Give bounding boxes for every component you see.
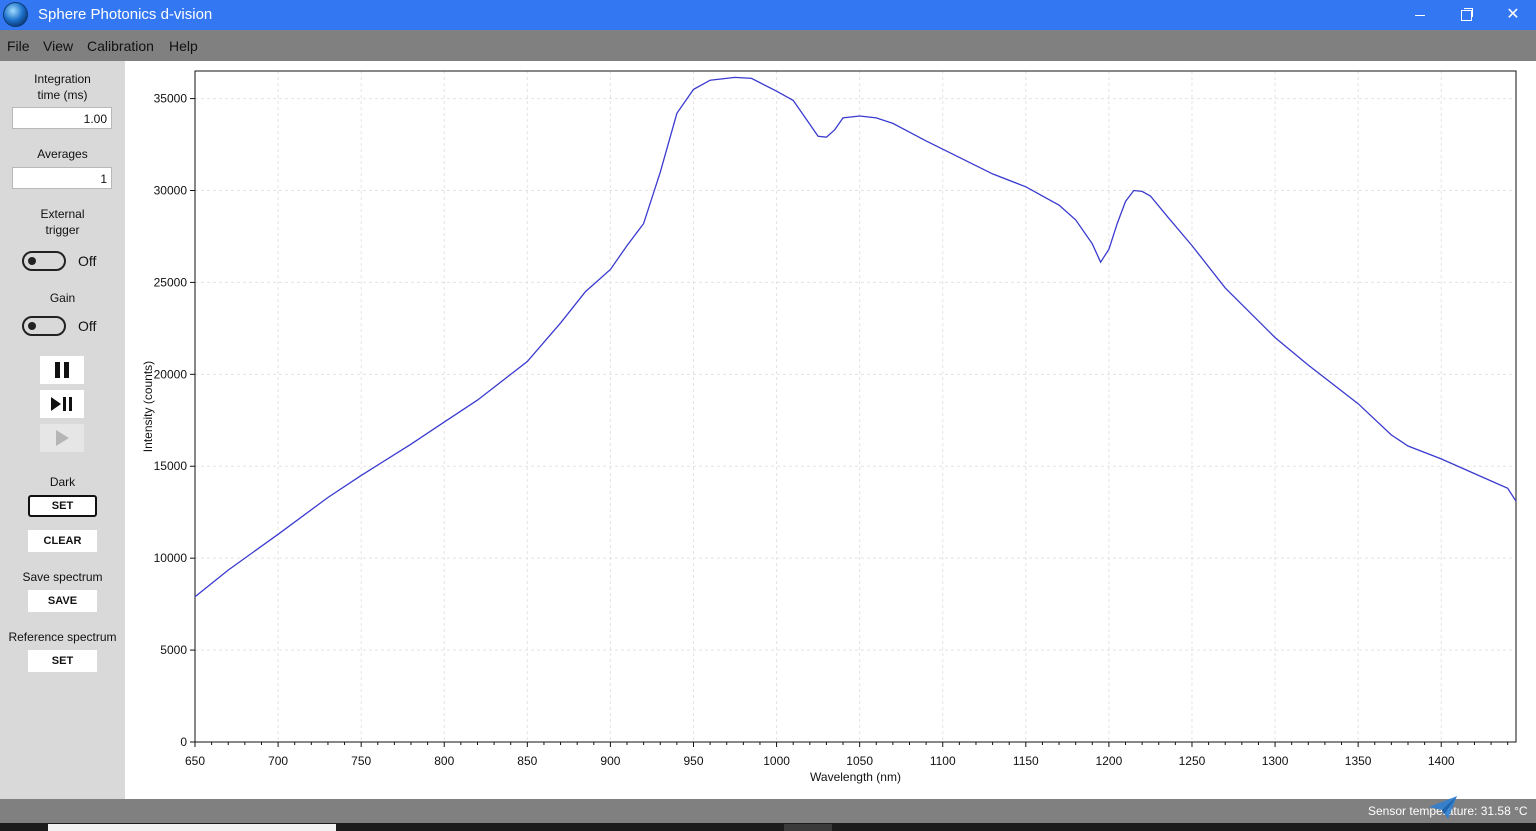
x-axis-label: Wavelength (nm) [810, 770, 901, 784]
toggle-knob-icon [28, 257, 36, 265]
window-title: Sphere Photonics d-vision [38, 6, 213, 23]
gain-label: Gain [49, 291, 76, 305]
chart-area: 650 700 750 800 850 900 950 1000 1050 1100 1150 120… [125, 61, 1536, 799]
chart-series [194, 76, 1517, 598]
x-tick-label: 950 [683, 754, 703, 768]
menu-calibration[interactable]: Calibration [87, 38, 154, 54]
integration-time-label: Integration time (ms) [0, 71, 125, 103]
gain-state: Off [78, 318, 97, 334]
reference-spectrum-label: Reference spectrum [8, 630, 117, 644]
close-button[interactable]: ✕ [1490, 0, 1536, 30]
x-tick-label: 1000 [763, 754, 790, 768]
status-bar: Sensor temperature: 31.58 °C [0, 799, 1536, 823]
x-tick-label: 1350 [1345, 754, 1372, 768]
title-bar: Sphere Photonics d-vision ✕ [0, 0, 1536, 30]
pause-button[interactable] [40, 356, 84, 384]
dark-set-button[interactable]: SET [28, 495, 97, 517]
save-spectrum-label: Save spectrum [22, 570, 103, 584]
menu-view[interactable]: View [43, 38, 73, 54]
y-tick-label: 0 [180, 735, 187, 749]
restore-button[interactable] [1443, 0, 1489, 30]
x-tick-label: 1100 [930, 754, 956, 768]
save-spectrum-button[interactable]: SAVE [28, 590, 97, 612]
app-logo-icon [3, 2, 28, 27]
close-icon: ✕ [1506, 6, 1520, 23]
x-tick-label: 1400 [1428, 754, 1455, 768]
y-tick-label: 15000 [154, 459, 188, 473]
integration-time-label-line1: Integration [34, 72, 91, 86]
minimize-button[interactable] [1397, 0, 1443, 30]
x-tick-label: 750 [351, 754, 371, 768]
integration-time-input[interactable] [12, 107, 112, 129]
x-tick-label: 1150 [1013, 754, 1039, 768]
paper-plane-icon [1429, 796, 1457, 819]
play-pause-icon [51, 397, 72, 411]
x-tick-label: 650 [185, 754, 205, 768]
chart-grid [194, 71, 1516, 743]
x-tick-label: 700 [268, 754, 288, 768]
y-tick-label: 10000 [154, 551, 188, 565]
menu-file[interactable]: File [7, 38, 30, 54]
chart-ticks: 650 700 750 800 850 900 950 1000 1050 1100 1150 120… [154, 92, 1509, 768]
minimize-icon [1415, 14, 1425, 16]
external-trigger-state: Off [78, 253, 97, 269]
pause-icon [55, 362, 69, 378]
external-trigger-label-line2: trigger [45, 223, 80, 237]
x-tick-label: 1200 [1096, 754, 1123, 768]
external-trigger-label: External trigger [0, 206, 125, 238]
dark-label: Dark [49, 475, 76, 489]
y-tick-label: 25000 [154, 275, 188, 289]
y-tick-label: 20000 [154, 367, 188, 381]
menu-help[interactable]: Help [169, 38, 198, 54]
play-button[interactable] [40, 424, 84, 452]
gain-toggle[interactable] [22, 316, 66, 336]
x-tick-label: 850 [517, 754, 537, 768]
x-tick-label: 1250 [1179, 754, 1206, 768]
toggle-knob-icon [28, 322, 36, 330]
menu-bar: File View Calibration Help [0, 30, 1536, 61]
averages-input[interactable] [12, 167, 112, 189]
control-panel: Integration time (ms) Averages External … [0, 61, 125, 799]
y-axis-label: Intensity (counts) [141, 361, 155, 452]
plot-frame [194, 70, 1517, 743]
x-tick-label: 1050 [846, 754, 873, 768]
x-tick-label: 900 [600, 754, 620, 768]
dark-clear-button[interactable]: CLEAR [28, 530, 97, 552]
averages-label: Averages [37, 147, 88, 161]
restore-icon [1460, 7, 1473, 21]
external-trigger-label-line1: External [40, 207, 85, 221]
external-trigger-toggle[interactable] [22, 251, 66, 271]
spectrum-line [194, 76, 1517, 598]
x-tick-label: 1300 [1262, 754, 1289, 768]
play-icon [56, 430, 69, 446]
single-step-button[interactable] [40, 390, 84, 418]
y-tick-label: 35000 [154, 92, 188, 106]
spectrum-chart[interactable]: 650 700 750 800 850 900 950 1000 1050 1100 1150 120… [125, 61, 1536, 799]
taskbar-search-field[interactable] [48, 824, 336, 831]
integration-time-label-line2: time (ms) [37, 88, 88, 102]
y-tick-label: 5000 [160, 643, 187, 657]
y-tick-label: 30000 [154, 183, 188, 197]
x-tick-label: 800 [434, 754, 454, 768]
reference-set-button[interactable]: SET [28, 650, 97, 672]
taskbar-app-button[interactable] [784, 824, 832, 831]
